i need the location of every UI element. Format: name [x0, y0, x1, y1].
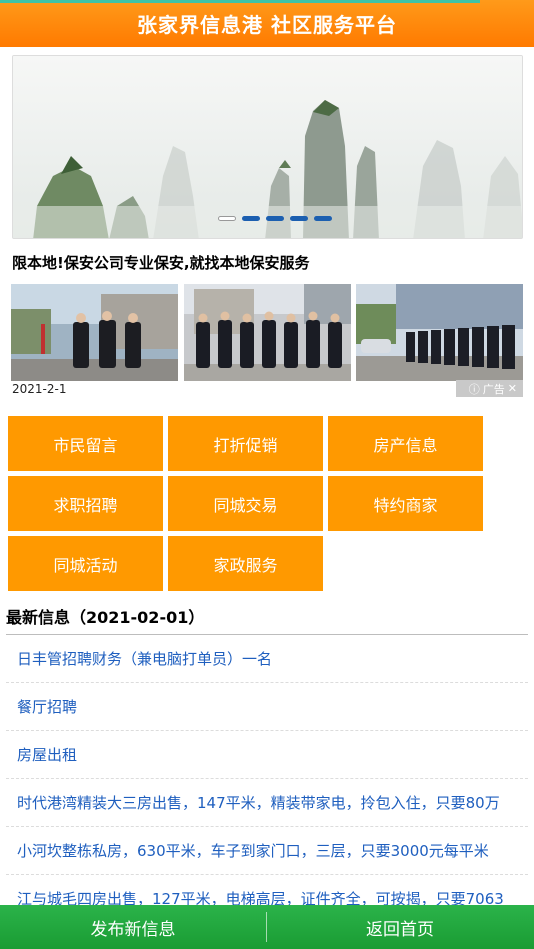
carousel-dot[interactable] — [314, 216, 332, 221]
list-item[interactable]: 小河坎整栋私房，630平米，车子到家门口，三层，只要3000元每平米 — [6, 827, 528, 875]
publish-info-button[interactable]: 发布新信息 — [0, 905, 266, 949]
carousel-dot-active[interactable] — [218, 216, 236, 221]
list-item[interactable]: 时代港湾精装大三房出售，147平米，精装带家电，拎包入住，只要80万 — [6, 779, 528, 827]
ad-info-icon: ⓘ — [468, 382, 480, 396]
category-tile-featured-merchants[interactable]: 特约商家 — [328, 476, 483, 531]
list-item[interactable]: 房屋出租 — [6, 731, 528, 779]
carousel-indicators — [218, 216, 332, 221]
zhangjiajie-mountain-image — [13, 56, 522, 238]
security-line-image — [356, 284, 523, 381]
carousel-dot[interactable] — [266, 216, 284, 221]
header-accent-line — [0, 0, 480, 3]
home-button[interactable]: 返回首页 — [267, 905, 533, 949]
security-guards-image — [11, 284, 178, 381]
ad-date: 2021-2-1 — [12, 382, 67, 396]
category-tile-jobs[interactable]: 求职招聘 — [8, 476, 163, 531]
header-bar: 张家界信息港 社区服务平台 — [0, 0, 534, 47]
ad-title[interactable]: 限本地!保安公司专业保安,就找本地保安服务 — [12, 252, 310, 273]
ad-photo-guards-group[interactable] — [184, 284, 351, 381]
list-item[interactable]: 日丰管招聘财务（兼电脑打单员）一名 — [6, 635, 528, 683]
carousel-dot[interactable] — [290, 216, 308, 221]
category-tile-local-trade[interactable]: 同城交易 — [168, 476, 323, 531]
security-team-image — [184, 284, 351, 381]
ad-photo-guards-street[interactable] — [11, 284, 178, 381]
latest-info-title: 最新信息（2021-02-01） — [6, 608, 205, 627]
list-item[interactable]: 餐厅招聘 — [6, 683, 528, 731]
ad-close-icon[interactable]: ✕ — [508, 382, 517, 395]
ad-photo-guards-line[interactable] — [356, 284, 523, 381]
category-tile-housekeeping[interactable]: 家政服务 — [168, 536, 323, 591]
ad-label-badge[interactable]: ⓘ 广告 ✕ — [456, 380, 523, 397]
ad-tag-label: 广告 — [482, 382, 505, 396]
site-title: 张家界信息港 社区服务平台 — [137, 13, 397, 37]
bottom-nav: 发布新信息 返回首页 — [0, 905, 534, 949]
latest-info-list: 日丰管招聘财务（兼电脑打单员）一名 餐厅招聘 房屋出租 时代港湾精装大三房出售，… — [6, 635, 528, 923]
carousel-dot[interactable] — [242, 216, 260, 221]
category-tile-citizen-messages[interactable]: 市民留言 — [8, 416, 163, 471]
category-tile-discount-promotions[interactable]: 打折促销 — [168, 416, 323, 471]
category-tile-local-events[interactable]: 同城活动 — [8, 536, 163, 591]
category-tile-real-estate[interactable]: 房产信息 — [328, 416, 483, 471]
banner-carousel[interactable] — [12, 55, 523, 239]
